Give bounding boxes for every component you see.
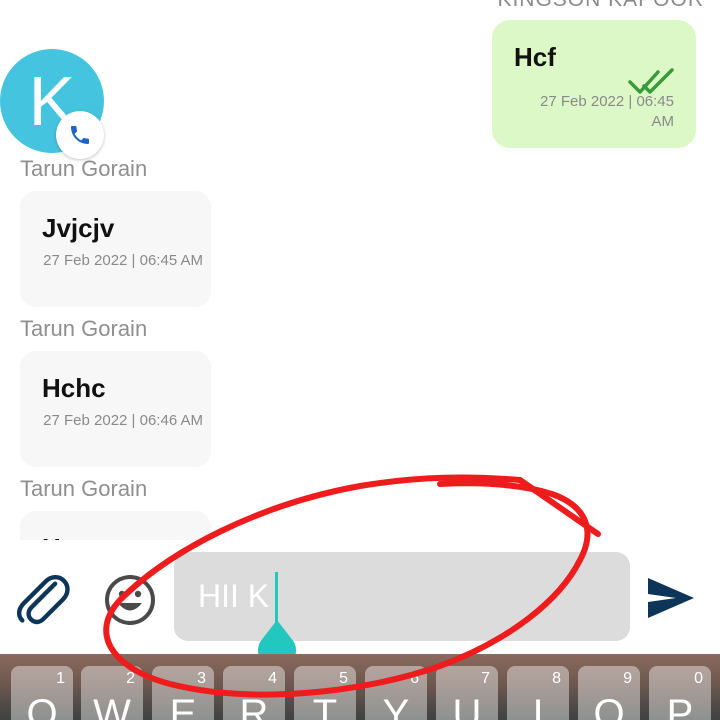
incoming-sender-name: Tarun Gorain: [20, 476, 148, 501]
outgoing-message-time: 27 Feb 2022 | 06:45 AM: [539, 93, 674, 130]
on-screen-keyboard: 1Q 2W 3E 4R 5T 6Y 7U 8I 9O 0P: [0, 654, 720, 720]
paperclip-icon[interactable]: [16, 572, 74, 630]
key-y[interactable]: 6Y: [365, 666, 427, 720]
incoming-message-time: 27 Feb 2022 | 06:46 AM: [43, 412, 203, 429]
key-u[interactable]: 7U: [436, 666, 498, 720]
key-q[interactable]: 1Q: [11, 666, 73, 720]
send-icon[interactable]: [646, 576, 696, 620]
key-e[interactable]: 3E: [152, 666, 214, 720]
key-o[interactable]: 9O: [578, 666, 640, 720]
call-badge[interactable]: [56, 111, 104, 159]
message-input[interactable]: [174, 552, 630, 641]
key-i[interactable]: 8I: [507, 666, 569, 720]
outgoing-message-text: Hcf: [514, 42, 556, 72]
incoming-message-text: H: [42, 533, 61, 540]
incoming-message-bubble[interactable]: H: [20, 511, 211, 540]
key-t[interactable]: 5T: [294, 666, 356, 720]
text-caret: [275, 572, 278, 624]
incoming-message-text: Jvjcjv: [42, 213, 115, 243]
incoming-sender-name: Tarun Gorain: [20, 316, 148, 341]
smiley-icon[interactable]: [104, 574, 156, 626]
incoming-message-bubble[interactable]: Jvjcjv 27 Feb 2022 | 06:45 AM: [20, 191, 211, 307]
key-r[interactable]: 4R: [223, 666, 285, 720]
phone-icon: [71, 126, 89, 144]
incoming-message-bubble[interactable]: Hchc 27 Feb 2022 | 06:46 AM: [20, 351, 211, 467]
incoming-message-text: Hchc: [42, 373, 106, 403]
key-p[interactable]: 0P: [649, 666, 711, 720]
outgoing-message-bubble[interactable]: Hcf 27 Feb 2022 | 06:45 AM: [492, 20, 696, 148]
incoming-message-time: 27 Feb 2022 | 06:45 AM: [43, 252, 203, 269]
key-w[interactable]: 2W: [81, 666, 143, 720]
outgoing-sender-name: KINGSON KAPOOR: [497, 0, 704, 12]
incoming-sender-name: Tarun Gorain: [20, 156, 148, 181]
chat-area[interactable]: KINGSON KAPOOR Hcf 27 Feb 2022 | 06:45 A…: [0, 0, 720, 540]
